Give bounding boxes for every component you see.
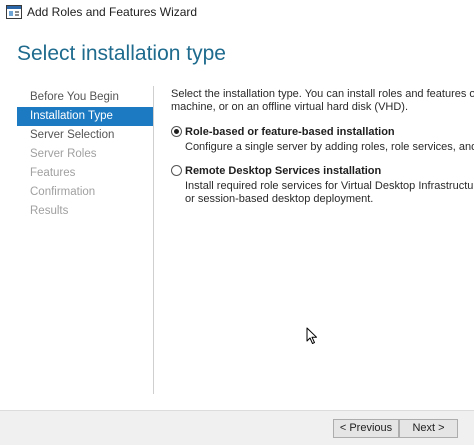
nav-divider	[153, 86, 154, 394]
radio-role-based[interactable]	[171, 126, 182, 137]
option-role-based[interactable]: Role-based or feature-based installation…	[171, 126, 474, 154]
option-remote-desktop[interactable]: Remote Desktop Services installation Ins…	[171, 165, 474, 206]
wizard-window: Add Roles and Features Wizard Select ins…	[0, 0, 474, 445]
wizard-nav: Before You Begin Installation Type Serve…	[17, 88, 153, 221]
option-role-based-label[interactable]: Role-based or feature-based installation	[185, 126, 474, 138]
mouse-cursor-icon	[306, 327, 318, 345]
content-pane: Select the installation type. You can in…	[171, 88, 474, 206]
server-manager-icon	[6, 5, 22, 19]
nav-item-confirmation: Confirmation	[30, 186, 96, 198]
nav-item-server-roles: Server Roles	[30, 148, 97, 160]
nav-item-before-you-begin[interactable]: Before You Begin	[17, 88, 153, 107]
option-remote-desktop-description-line-1: Install required role services for Virtu…	[185, 180, 474, 192]
intro-text-line-1: Select the installation type. You can in…	[171, 88, 474, 100]
nav-item-results: Results	[30, 205, 69, 217]
previous-button[interactable]: < Previous	[333, 419, 399, 438]
wizard-footer: < Previous Next >	[0, 410, 474, 445]
nav-item-server-selection[interactable]: Server Selection	[17, 126, 153, 145]
option-remote-desktop-description-line-2: or session-based desktop deployment.	[185, 193, 374, 205]
option-remote-desktop-label[interactable]: Remote Desktop Services installation	[185, 165, 474, 177]
window-title: Add Roles and Features Wizard	[27, 5, 198, 19]
radio-remote-desktop[interactable]	[171, 165, 182, 176]
nav-item-installation-type[interactable]: Installation Type	[17, 107, 153, 126]
page-title: Select installation type	[17, 42, 226, 65]
intro-text-line-2: machine, or on an offline virtual hard d…	[171, 101, 409, 113]
nav-item-features: Features	[30, 167, 76, 179]
title-bar: Add Roles and Features Wizard	[0, 0, 474, 24]
next-button[interactable]: Next >	[399, 419, 458, 438]
option-role-based-description: Configure a single server by adding role…	[185, 141, 474, 153]
